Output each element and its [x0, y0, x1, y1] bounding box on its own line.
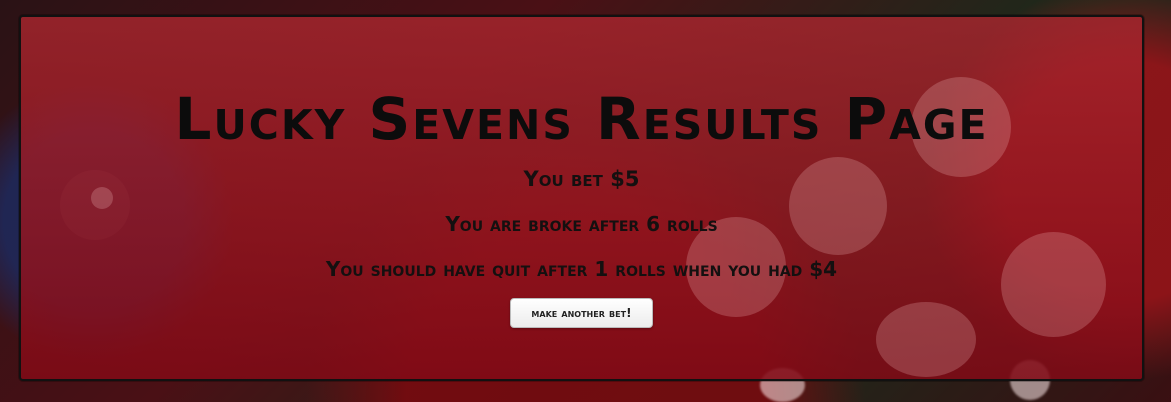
quit-advice-text: You should have quit after 1 rolls when … [325, 257, 838, 281]
bet-amount-text: You bet $5 [523, 167, 640, 191]
page-title: Lucky Sevens Results Page [174, 85, 989, 153]
results-page: { "page": { "title": "Lucky Sevens Resul… [0, 0, 1171, 402]
make-another-bet-button[interactable]: make another bet! [510, 298, 653, 328]
broke-after-rolls-text: You are broke after 6 rolls [445, 212, 718, 236]
panel-dice-pip [876, 302, 976, 377]
panel-dice-pip [1001, 232, 1106, 337]
results-panel: Lucky Sevens Results Page You bet $5 You… [19, 15, 1144, 381]
